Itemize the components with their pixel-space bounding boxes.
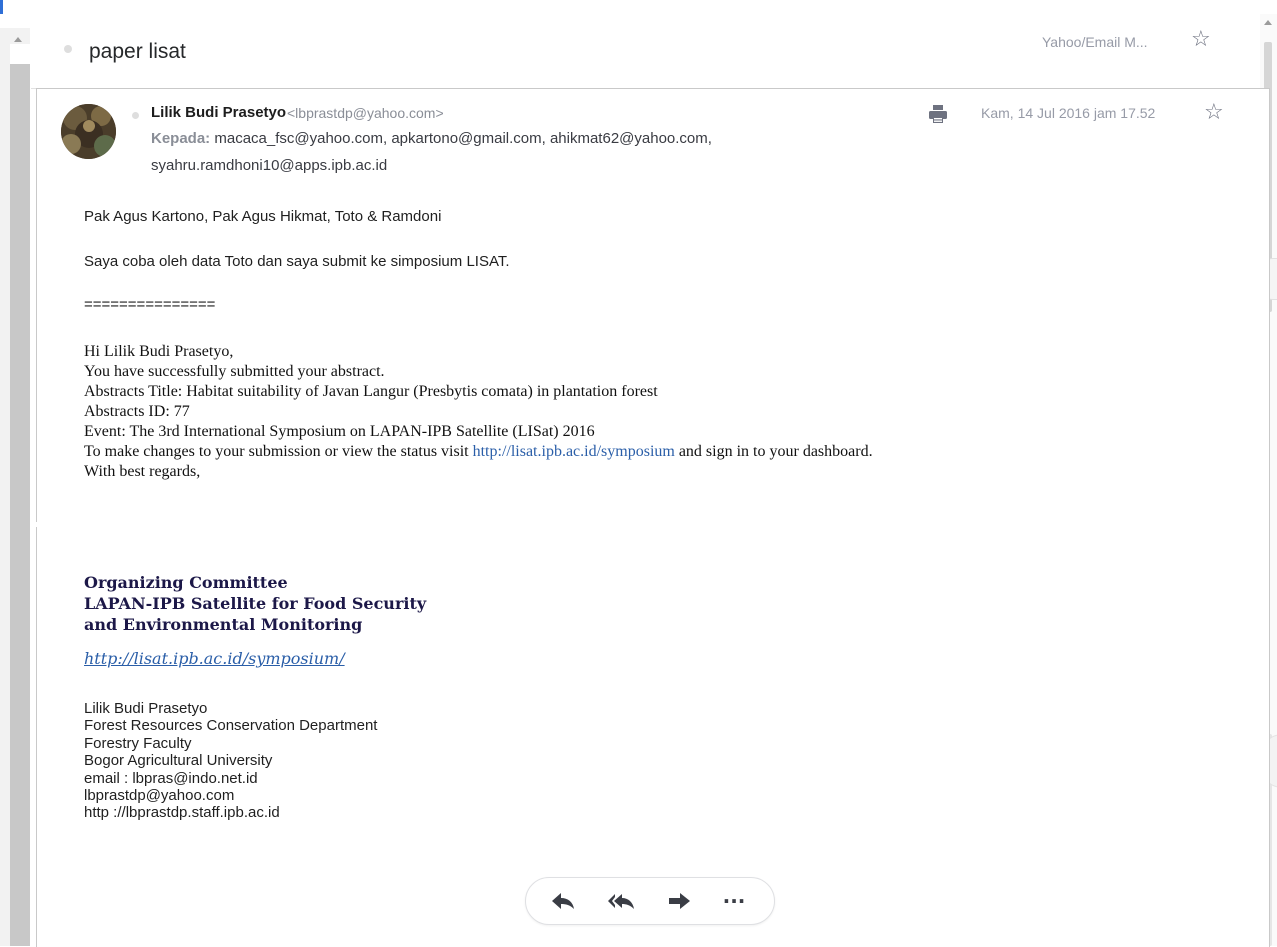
signature-line: lbprastdp@yahoo.com	[84, 787, 235, 805]
star-icon[interactable]: ☆	[1204, 101, 1224, 125]
signature-block: Lilik Budi Prasetyo Forest Resources Con…	[84, 700, 377, 822]
left-scrollbar[interactable]	[0, 28, 30, 946]
top-strip	[0, 0, 1277, 14]
organizer-line: and Environmental Monitoring	[84, 615, 363, 634]
thread-subject: paper lisat	[89, 40, 186, 63]
scroll-up-arrow-icon[interactable]	[1264, 20, 1272, 25]
reply-icon	[552, 893, 574, 909]
signature-line: Forest Resources Conservation Department	[84, 717, 378, 735]
recipients-line-2[interactable]: syahru.ramdhoni10@apps.ipb.ac.id	[151, 157, 387, 174]
forwarded-line: With best regards,	[84, 463, 201, 480]
forwarded-text: To make changes to your submission or vi…	[84, 443, 473, 460]
message-date: Kam, 14 Jul 2016 jam 17.52	[981, 105, 1156, 121]
focus-marker	[0, 0, 3, 14]
signature-line: email : lbpras@indo.net.id	[84, 769, 258, 787]
thread-header: paper lisat Yahoo/Email M... ☆	[31, 14, 1257, 89]
avatar[interactable]	[61, 104, 116, 159]
unread-dot-icon	[64, 45, 72, 53]
reply-all-icon	[608, 894, 634, 909]
forward-icon	[669, 893, 690, 909]
scroll-thumb[interactable]	[10, 64, 30, 522]
signature-line: Forestry Faculty	[84, 734, 192, 752]
forwarded-line: You have successfully submitted your abs…	[84, 363, 385, 380]
recipients[interactable]: macaca_fsc@yahoo.com, apkartono@gmail.co…	[210, 130, 712, 147]
more-button[interactable]: ···	[719, 888, 749, 914]
folder-label[interactable]: Yahoo/Email M...	[1042, 34, 1148, 50]
print-icon[interactable]	[928, 104, 948, 124]
forwarded-line: To make changes to your submission or vi…	[84, 442, 873, 462]
to-label: Kepada:	[151, 130, 211, 147]
message-action-bar: ···	[525, 877, 775, 925]
organizer-line: Organizing Committee	[84, 573, 288, 592]
forwarded-line: Hi Lilik Budi Prasetyo,	[84, 343, 234, 360]
forwarded-line: Abstracts Title: Habitat suitability of …	[84, 383, 658, 400]
forwarded-line: Event: The 3rd International Symposium o…	[84, 423, 595, 440]
content-divider	[36, 522, 1266, 527]
organizer-link[interactable]: http://lisat.ipb.ac.id/symposium/	[84, 649, 345, 668]
intro-text: Saya coba oleh data Toto dan saya submit…	[84, 253, 510, 270]
reply-all-button[interactable]	[606, 888, 636, 914]
signature-line: Lilik Budi Prasetyo	[84, 700, 208, 717]
organizer-line: LAPAN-IPB Satellite for Food Security	[84, 594, 427, 613]
star-icon[interactable]: ☆	[1191, 28, 1211, 52]
forwarded-text: and sign in to your dashboard.	[674, 443, 873, 460]
more-icon: ···	[722, 889, 746, 913]
symposium-link[interactable]: http://lisat.ipb.ac.id/symposium	[473, 443, 675, 460]
scroll-up-arrow-icon[interactable]	[14, 37, 22, 42]
organizer-block: Organizing Committee LAPAN-IPB Satellite…	[84, 572, 426, 635]
separator-text: ===============	[84, 296, 216, 313]
signature-line: http ://lbprastdp.staff.ipb.ac.id	[84, 804, 280, 822]
reply-button[interactable]	[548, 888, 578, 914]
read-status-dot-icon	[132, 112, 139, 119]
sender-email[interactable]: <lbprastdp@yahoo.com>	[287, 105, 444, 121]
signature-line: Bogor Agricultural University	[84, 752, 273, 770]
sender-name[interactable]: Lilik Budi Prasetyo	[151, 104, 286, 121]
scroll-thumb-lower[interactable]	[10, 522, 30, 946]
forward-button[interactable]	[664, 888, 694, 914]
recipients-line: Kepada: macaca_fsc@yahoo.com, apkartono@…	[151, 130, 712, 147]
forwarded-line: Abstracts ID: 77	[84, 403, 190, 420]
greeting-text: Pak Agus Kartono, Pak Agus Hikmat, Toto …	[84, 208, 442, 225]
